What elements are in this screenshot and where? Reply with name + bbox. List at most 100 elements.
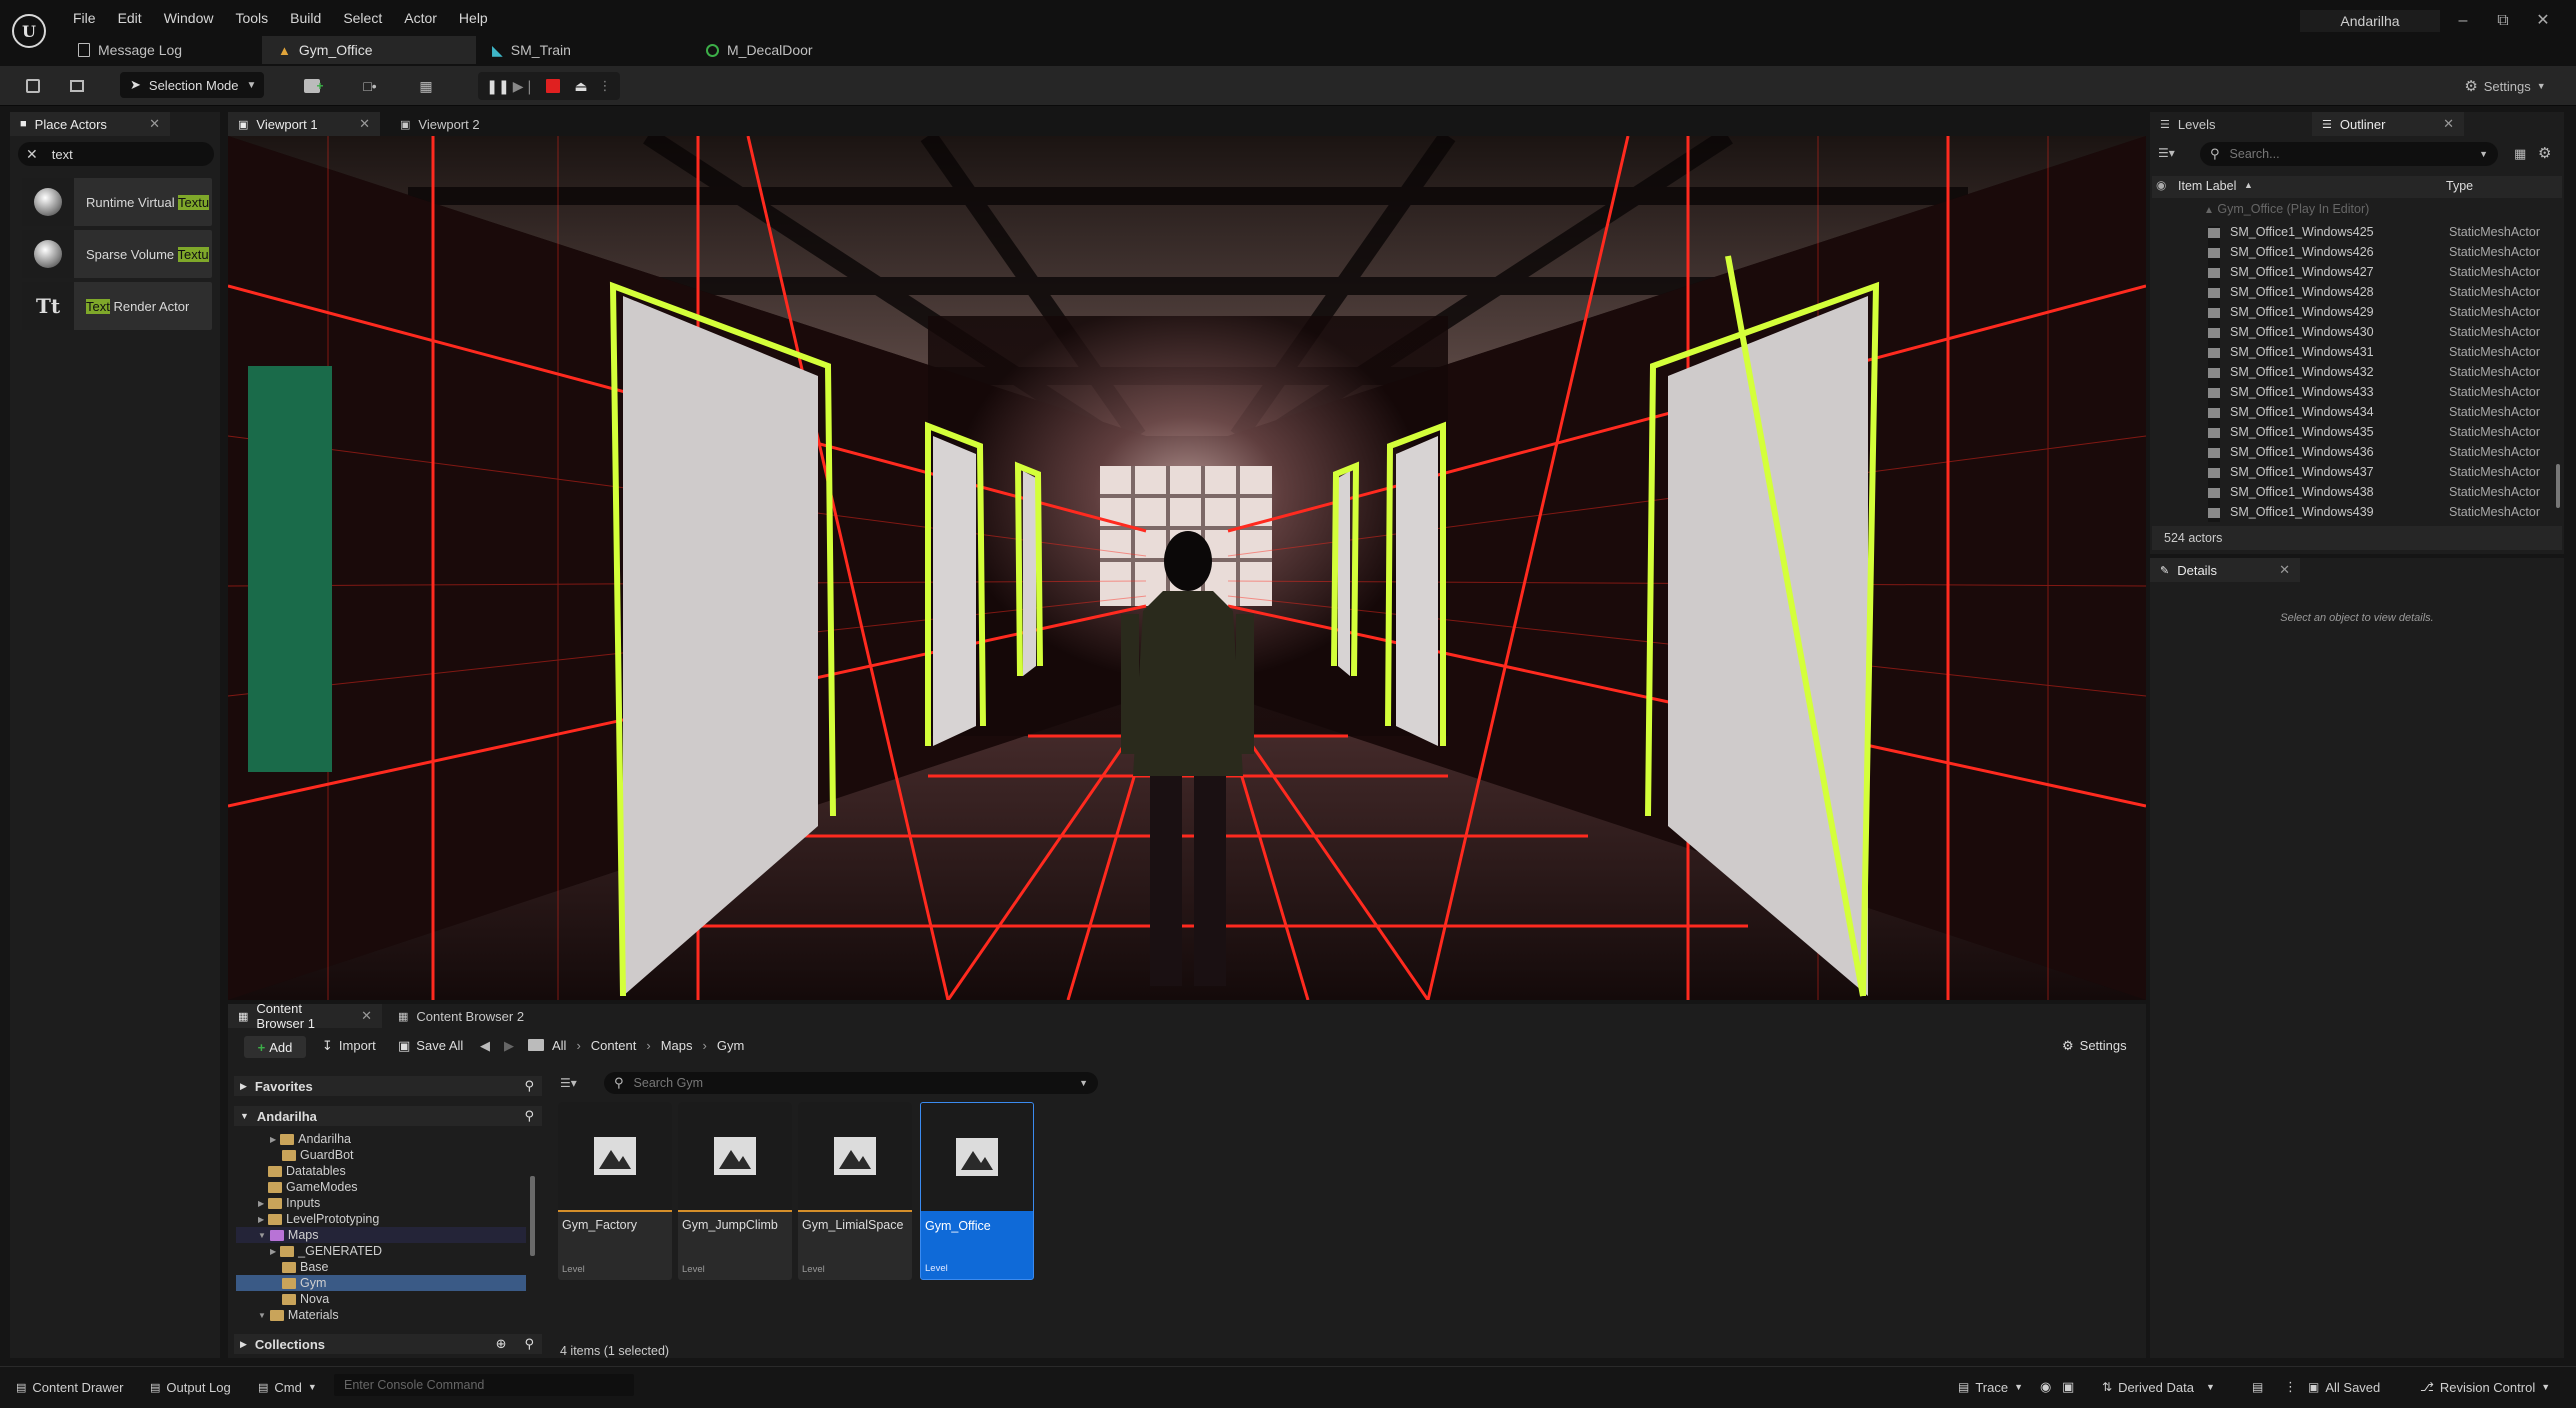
- unreal-logo-icon[interactable]: U: [12, 14, 46, 48]
- add-actor-icon[interactable]: +: [294, 72, 334, 100]
- restore-icon[interactable]: ⧉: [2486, 8, 2520, 34]
- tab-place-actors[interactable]: ■ Place Actors ✕: [10, 112, 170, 136]
- project-header[interactable]: ▼ Andarilha ⚲: [234, 1106, 542, 1126]
- stop-icon[interactable]: [546, 79, 560, 93]
- folder-item[interactable]: GameModes: [268, 1179, 358, 1195]
- outliner-search[interactable]: ⚲ Search... ▼: [2200, 142, 2498, 166]
- history-forward-icon[interactable]: ▶: [504, 1038, 514, 1054]
- tab-content-browser-2[interactable]: ▦ Content Browser 2: [388, 1004, 538, 1028]
- column-item-label[interactable]: Item Label: [2178, 179, 2236, 193]
- menu-select[interactable]: Select: [332, 8, 393, 32]
- breadcrumb-gym[interactable]: Gym: [717, 1038, 744, 1053]
- actor-runtime-virtual-texture[interactable]: Runtime Virtual Textu: [22, 178, 212, 226]
- folder-item[interactable]: ▶ Inputs: [258, 1195, 320, 1211]
- menu-actor[interactable]: Actor: [393, 8, 448, 32]
- search-icon[interactable]: ⚲: [524, 1078, 534, 1094]
- trace-dropdown[interactable]: ▤ Trace ▼: [1958, 1374, 2023, 1400]
- browse-icon[interactable]: [62, 72, 92, 100]
- eye-icon[interactable]: ◉: [2156, 178, 2166, 192]
- menu-edit[interactable]: Edit: [107, 8, 153, 32]
- search-input[interactable]: text: [52, 147, 73, 162]
- tab-viewport-2[interactable]: ▣ Viewport 2: [390, 112, 510, 136]
- pause-icon[interactable]: ❚❚: [486, 72, 510, 100]
- search-icon[interactable]: ⚲: [524, 1336, 534, 1352]
- outliner-scrollbar[interactable]: [2556, 464, 2560, 508]
- place-actors-search[interactable]: ✕ text: [18, 142, 214, 166]
- close-icon[interactable]: ✕: [2526, 8, 2560, 34]
- level-viewport[interactable]: [228, 136, 2146, 1000]
- doc-tab-m-decaldoor[interactable]: M_DecalDoor: [690, 36, 890, 64]
- close-icon[interactable]: ✕: [359, 116, 370, 132]
- tab-details[interactable]: ✎ Details ✕: [2150, 558, 2300, 582]
- close-icon[interactable]: ✕: [149, 116, 160, 132]
- folder-item[interactable]: ▶ _GENERATED: [270, 1243, 382, 1259]
- menu-file[interactable]: File: [62, 8, 107, 32]
- screenshot-icon[interactable]: ▣: [2062, 1374, 2074, 1400]
- add-button[interactable]: + Add: [244, 1036, 306, 1058]
- source-control-icon[interactable]: ▤: [2252, 1374, 2263, 1400]
- collections-header[interactable]: ▶ Collections ⊕ ⚲: [234, 1334, 542, 1354]
- add-collection-icon[interactable]: ⊕: [496, 1336, 507, 1352]
- actor-sparse-volume-texture[interactable]: Sparse Volume Textu: [22, 230, 212, 278]
- folder-item[interactable]: Datatables: [268, 1163, 346, 1179]
- breadcrumb-all[interactable]: All: [552, 1038, 566, 1053]
- import-button[interactable]: ↧ Import: [322, 1038, 376, 1054]
- settings-button[interactable]: ⚙ Settings ▼: [2460, 72, 2550, 100]
- all-saved-button[interactable]: ▣ All Saved: [2308, 1374, 2380, 1400]
- menu-help[interactable]: Help: [448, 8, 499, 32]
- revision-control-dropdown[interactable]: ⎇ Revision Control ▼: [2420, 1374, 2550, 1400]
- derived-data-dropdown[interactable]: ⇅ Derived Data ▼: [2102, 1374, 2215, 1400]
- folder-item[interactable]: Base: [282, 1259, 329, 1275]
- minimize-icon[interactable]: –: [2446, 8, 2480, 34]
- folder-item[interactable]: GuardBot: [282, 1147, 354, 1163]
- folder-item-selected[interactable]: Gym: [282, 1275, 326, 1291]
- column-type[interactable]: Type: [2446, 179, 2473, 193]
- tree-scrollbar[interactable]: [530, 1176, 535, 1256]
- tab-viewport-1[interactable]: ▣ Viewport 1 ✕: [228, 112, 380, 136]
- asset-tile[interactable]: Gym_LimialSpace Level: [798, 1102, 912, 1280]
- folder-item[interactable]: ▼ Maps: [258, 1227, 319, 1243]
- breadcrumb-maps[interactable]: Maps: [661, 1038, 693, 1053]
- close-icon[interactable]: ✕: [2443, 116, 2454, 132]
- close-icon[interactable]: ✕: [361, 1008, 372, 1024]
- doc-tab-message-log[interactable]: Message Log: [62, 36, 262, 64]
- content-drawer-button[interactable]: ▤ Content Drawer: [16, 1374, 123, 1400]
- eject-icon[interactable]: ⏏: [570, 72, 592, 100]
- asset-tile[interactable]: Gym_JumpClimb Level: [678, 1102, 792, 1280]
- asset-tile-selected[interactable]: Gym_Office Level: [920, 1102, 1034, 1280]
- step-icon[interactable]: ▶❘: [512, 72, 536, 100]
- asset-search[interactable]: ⚲ Search Gym ▼: [604, 1072, 1098, 1094]
- outliner-root-level[interactable]: ▲ Gym_Office (Play In Editor): [2204, 202, 2369, 216]
- favorites-header[interactable]: ▶ Favorites ⚲: [234, 1076, 542, 1096]
- record-icon[interactable]: ◉: [2040, 1374, 2051, 1400]
- asset-filter-icon[interactable]: ☰▾: [560, 1076, 577, 1090]
- more-options-icon[interactable]: ⋮: [598, 72, 612, 100]
- console-input[interactable]: Enter Console Command: [334, 1374, 634, 1396]
- doc-tab-gym-office[interactable]: ▲ Gym_Office: [262, 36, 476, 64]
- history-back-icon[interactable]: ◀: [480, 1038, 490, 1054]
- menu-tools[interactable]: Tools: [224, 8, 279, 32]
- tab-outliner[interactable]: ☰ Outliner ✕: [2312, 112, 2464, 136]
- breadcrumb-content[interactable]: Content: [591, 1038, 637, 1053]
- folder-item[interactable]: ▶ Andarilha: [270, 1131, 351, 1147]
- save-icon[interactable]: [18, 72, 48, 100]
- actor-text-render[interactable]: Tt Text Render Actor: [22, 282, 212, 330]
- cb-settings-button[interactable]: ⚙ Settings: [2062, 1038, 2127, 1054]
- cinematics-icon[interactable]: ▦: [404, 72, 448, 100]
- filter-icon[interactable]: ☰▾: [2158, 146, 2188, 162]
- folder-item[interactable]: Nova: [282, 1291, 329, 1307]
- gear-icon[interactable]: ⚙: [2538, 144, 2551, 162]
- add-folder-icon[interactable]: ▦: [2514, 146, 2526, 162]
- more-icon[interactable]: ⋮: [2284, 1374, 2297, 1400]
- close-icon[interactable]: ✕: [2279, 562, 2290, 578]
- asset-tile[interactable]: Gym_Factory Level: [558, 1102, 672, 1280]
- blueprint-icon[interactable]: □•: [350, 72, 390, 100]
- tab-levels[interactable]: ☰ Levels: [2150, 112, 2310, 136]
- cmd-dropdown[interactable]: ▤ Cmd ▼: [258, 1374, 317, 1400]
- selection-mode-dropdown[interactable]: ➤ Selection Mode ▼: [120, 72, 264, 98]
- output-log-button[interactable]: ▤ Output Log: [150, 1374, 231, 1400]
- folder-item[interactable]: ▼ Materials: [258, 1307, 339, 1323]
- save-all-button[interactable]: ▣ Save All: [398, 1038, 463, 1054]
- menu-build[interactable]: Build: [279, 8, 332, 32]
- tab-content-browser-1[interactable]: ▦ Content Browser 1 ✕: [228, 1001, 382, 1031]
